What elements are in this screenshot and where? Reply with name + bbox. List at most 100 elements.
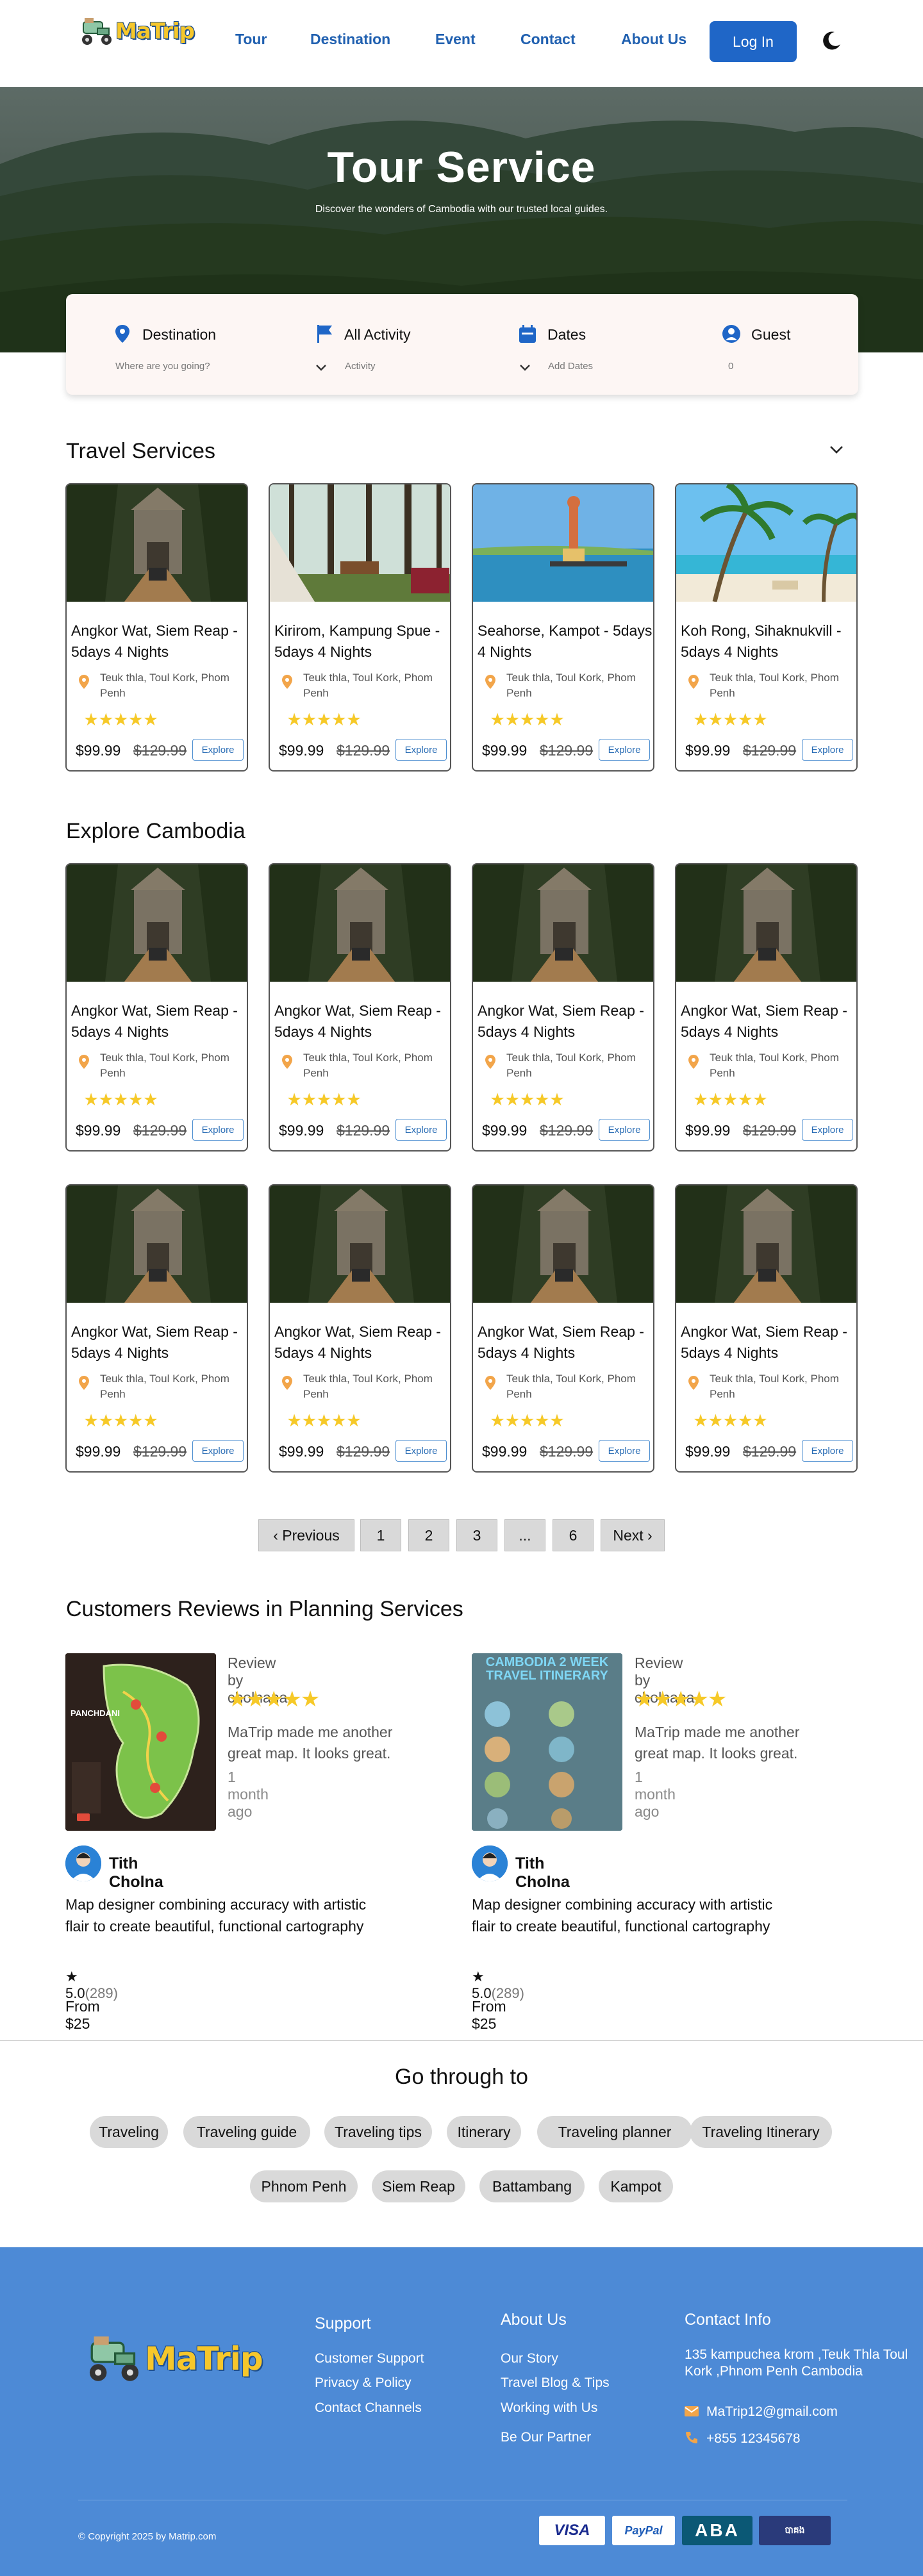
tour-price: $99.99 (76, 1122, 121, 1139)
footer-link[interactable]: Working with Us (501, 2400, 597, 2416)
nav-event[interactable]: Event (435, 31, 476, 48)
chevron-down-icon[interactable] (519, 363, 531, 372)
tour-price: $99.99 (482, 1122, 528, 1139)
rating-stars: ★★★★★ (287, 1090, 362, 1109)
hero-subtitle: Discover the wonders of Cambodia with ou… (315, 204, 608, 215)
tag-chip[interactable]: Traveling tips (324, 2116, 432, 2148)
explore-button[interactable]: Explore (395, 1119, 447, 1141)
tour-price: $99.99 (482, 742, 528, 759)
login-button[interactable]: Log In (710, 21, 797, 62)
review-itinerary-image: CAMBODIA 2 WEEK TRAVEL ITINERARY (472, 1653, 622, 1831)
tour-card[interactable]: Angkor Wat, Siem Reap - 5days 4 Nights Te… (269, 1184, 451, 1473)
tour-card[interactable]: Seahorse, Kampot - 5days 4 Nights Teuk th… (472, 483, 654, 772)
tour-image (270, 864, 450, 982)
rating-stars: ★★★★★ (693, 710, 768, 729)
tour-card[interactable]: Angkor Wat, Siem Reap - 5days 4 Nights Te… (269, 863, 451, 1152)
tour-image (67, 1185, 247, 1303)
page-6-button[interactable]: 6 (553, 1519, 594, 1551)
tour-location: Teuk thla, Toul Kork, Phom Penh (100, 672, 229, 699)
nav-contact[interactable]: Contact (520, 31, 576, 48)
explore-button[interactable]: Explore (192, 1119, 244, 1141)
nav-tour[interactable]: Tour (235, 31, 267, 48)
tour-card[interactable]: Angkor Wat, Siem Reap - 5days 4 Nights Te… (472, 1184, 654, 1473)
rating-line: ★ 5.0(289) (472, 1969, 524, 2002)
footer-about-title: About Us (501, 2311, 567, 2329)
footer-email[interactable]: MaTrip12@gmail.com (706, 2404, 838, 2420)
footer-link[interactable]: Privacy & Policy (315, 2375, 412, 2391)
footer-link[interactable]: Contact Channels (315, 2400, 422, 2416)
location-pin-icon (688, 1376, 699, 1390)
footer-link[interactable]: Be Our Partner (501, 2430, 591, 2445)
footer-link[interactable]: Customer Support (315, 2351, 424, 2366)
tour-location: Teuk thla, Toul Kork, Phom Penh (303, 672, 433, 699)
explore-button[interactable]: Explore (192, 739, 244, 761)
tour-card[interactable]: Angkor Wat, Siem Reap - 5days 4 Nights Te… (472, 863, 654, 1152)
tag-chip[interactable]: Traveling (90, 2116, 168, 2148)
chevron-down-icon[interactable] (829, 445, 844, 455)
tour-location: Teuk thla, Toul Kork, Phom Penh (506, 1052, 636, 1079)
tag-chip[interactable]: Phnom Penh (250, 2170, 358, 2202)
tag-chip[interactable]: Traveling guide (183, 2116, 310, 2148)
nav-about-us[interactable]: About Us (621, 31, 686, 48)
page-1-button[interactable]: 1 (360, 1519, 401, 1551)
tour-card[interactable]: Angkor Wat, Siem Reap - 5days 4 Nights Te… (65, 1184, 248, 1473)
tag-chip[interactable]: Traveling planner (537, 2116, 692, 2148)
explore-button[interactable]: Explore (802, 739, 853, 761)
explore-button[interactable]: Explore (599, 739, 650, 761)
tag-chip[interactable]: Siem Reap (372, 2170, 465, 2202)
tour-image (67, 484, 247, 602)
tour-old-price: $129.99 (337, 1443, 390, 1460)
tour-card[interactable]: Angkor Wat, Siem Reap - 5days 4 Nights Te… (65, 483, 248, 772)
explore-button[interactable]: Explore (395, 739, 447, 761)
destination-placeholder: Where are you going? (115, 361, 210, 372)
explore-button[interactable]: Explore (192, 1440, 244, 1462)
tour-card[interactable]: Angkor Wat, Siem Reap - 5days 4 Nights Te… (675, 863, 858, 1152)
tour-price: $99.99 (279, 742, 324, 759)
explore-button[interactable]: Explore (395, 1440, 447, 1462)
tag-chip[interactable]: Battambang (479, 2170, 585, 2202)
location-pin-icon (282, 1376, 292, 1390)
itinerary-image-title: CAMBODIA 2 WEEK TRAVEL ITINERARY (485, 1655, 609, 1683)
tour-old-price: $129.99 (133, 742, 187, 759)
next-page-button[interactable]: Next › (601, 1519, 665, 1551)
explore-button[interactable]: Explore (599, 1119, 650, 1141)
page-2-button[interactable]: 2 (408, 1519, 449, 1551)
footer-logo[interactable]: MaTrip (83, 2334, 263, 2384)
tour-title: Angkor Wat, Siem Reap - 5days 4 Nights (478, 1323, 644, 1361)
tour-title: Angkor Wat, Siem Reap - 5days 4 Nights (274, 1323, 441, 1361)
tour-location: Teuk thla, Toul Kork, Phom Penh (506, 1373, 636, 1400)
chevron-down-icon[interactable] (315, 363, 328, 372)
aba-bank-logo: ABA (682, 2516, 753, 2545)
tag-chip[interactable]: Kampot (599, 2170, 673, 2202)
tag-chip[interactable]: Itinerary (447, 2116, 521, 2148)
explore-button[interactable]: Explore (599, 1440, 650, 1462)
tour-card[interactable]: Angkor Wat, Siem Reap - 5days 4 Nights Te… (675, 1184, 858, 1473)
logo-wordmark: MaTrip (145, 2340, 263, 2377)
brand-logo[interactable]: MaTrip (78, 17, 195, 46)
tag-chip[interactable]: Traveling Itinerary (690, 2116, 832, 2148)
explore-button[interactable]: Explore (802, 1440, 853, 1462)
nav-destination[interactable]: Destination (310, 31, 390, 48)
review-time: 1 month ago (228, 1769, 269, 1820)
tour-title: Seahorse, Kampot - 5days 4 Nights (478, 622, 653, 660)
dark-mode-moon-icon[interactable] (820, 30, 842, 52)
tour-card[interactable]: Angkor Wat, Siem Reap - 5days 4 Nights Te… (65, 863, 248, 1152)
tour-location: Teuk thla, Toul Kork, Phom Penh (100, 1373, 229, 1400)
footer-phone[interactable]: +855 12345678 (706, 2431, 801, 2447)
tour-card[interactable]: Koh Rong, Sihaknukvill - 5days 4 Nights T… (675, 483, 858, 772)
tour-old-price: $129.99 (133, 1122, 187, 1139)
footer-link[interactable]: Travel Blog & Tips (501, 2375, 610, 2391)
user-circle-icon (722, 325, 740, 343)
activity-label: All Activity (344, 326, 411, 343)
dates-placeholder: Add Dates (548, 361, 594, 372)
previous-page-button[interactable]: ‹ Previous (258, 1519, 354, 1551)
tour-price: $99.99 (482, 1443, 528, 1460)
tour-old-price: $129.99 (540, 1443, 594, 1460)
page-3-button[interactable]: 3 (456, 1519, 497, 1551)
location-pin-icon (282, 1055, 292, 1069)
explore-button[interactable]: Explore (802, 1119, 853, 1141)
tour-card[interactable]: Kirirom, Kampung Spue - 5days 4 Nights Te… (269, 483, 451, 772)
tour-title: Kirirom, Kampung Spue - 5days 4 Nights (274, 622, 440, 660)
footer-link[interactable]: Our Story (501, 2351, 558, 2366)
rating-stars: ★★★★★ (83, 1090, 158, 1109)
